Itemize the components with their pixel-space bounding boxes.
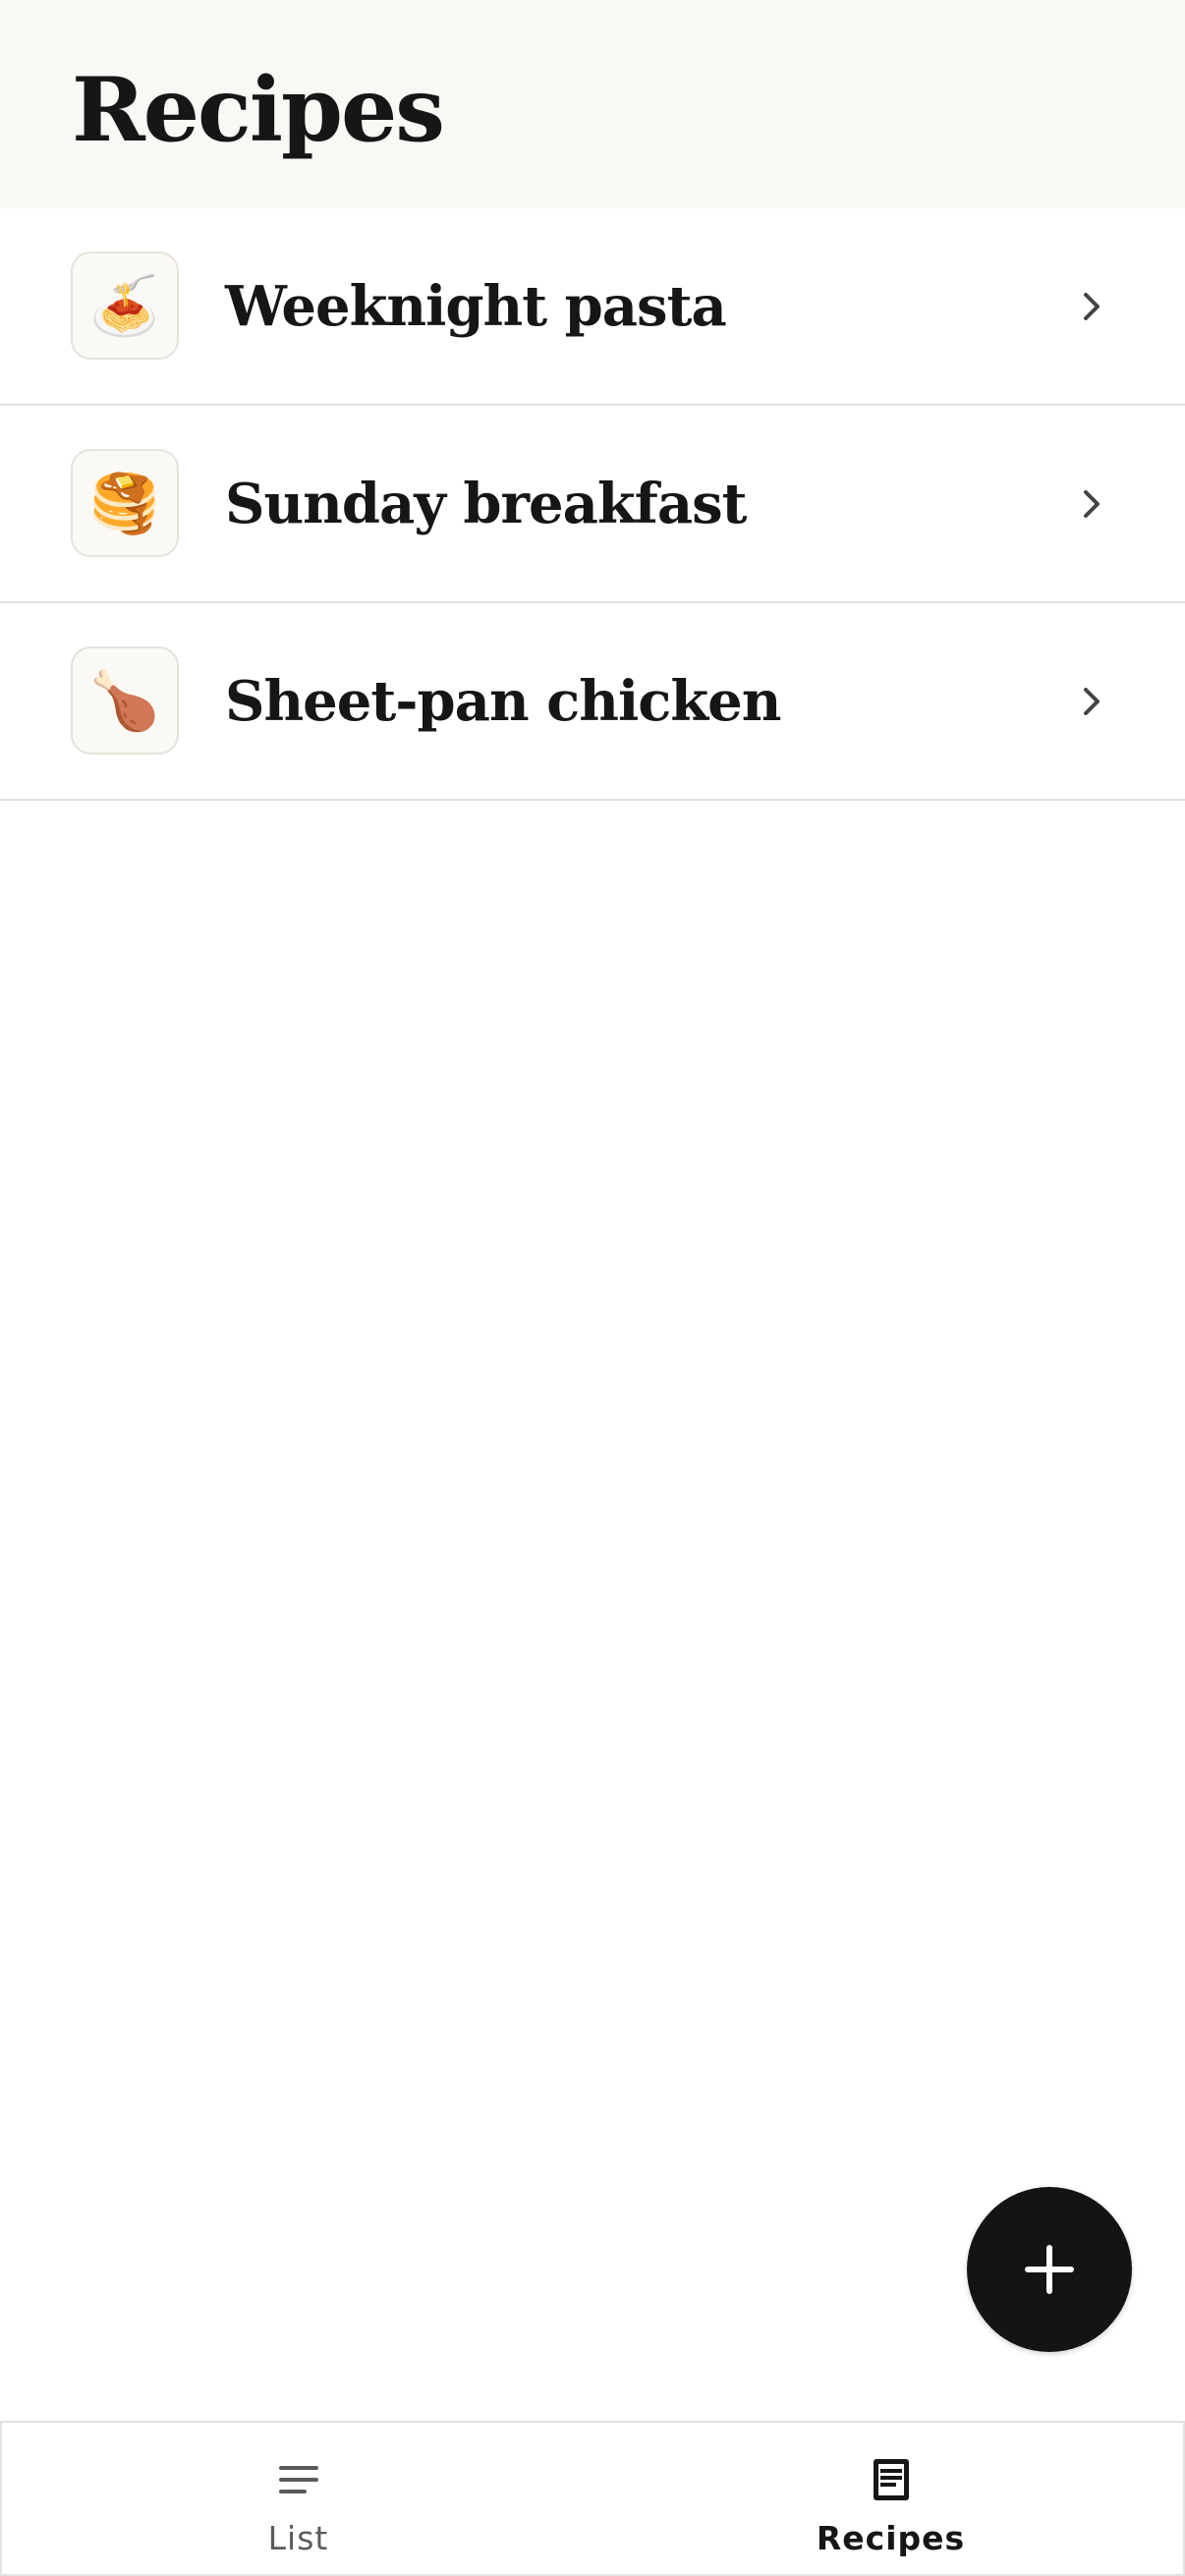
pancakes-icon: 🥞 — [71, 449, 179, 557]
recipe-row-sheet-pan-chicken[interactable]: 🍗 Sheet-pan chicken — [0, 603, 1185, 801]
poultry-leg-icon: 🍗 — [71, 646, 179, 755]
tab-recipes[interactable]: Recipes — [594, 2423, 1185, 2576]
recipe-name: Sunday breakfast — [225, 472, 747, 536]
tab-list-label: List — [267, 2519, 329, 2557]
chevron-right-icon — [1084, 293, 1100, 320]
bottom-navigation: List Recipes — [0, 2421, 1185, 2576]
tab-recipes-label: Recipes — [816, 2519, 966, 2557]
document-icon — [873, 2459, 909, 2500]
tab-list[interactable]: List — [2, 2423, 594, 2576]
chevron-right-icon — [1084, 490, 1100, 518]
recipe-row-sunday-breakfast[interactable]: 🥞 Sunday breakfast — [0, 406, 1185, 603]
page-title: Recipes — [72, 58, 445, 162]
header-bar: Recipes — [0, 0, 1185, 208]
hamburger-list-icon — [278, 2466, 318, 2493]
recipe-name: Sheet-pan chicken — [225, 669, 782, 734]
recipe-list: 🍝 Weeknight pasta 🥞 Sunday breakfast 🍗 S… — [0, 208, 1185, 801]
recipe-row-weeknight-pasta[interactable]: 🍝 Weeknight pasta — [0, 208, 1185, 406]
spaghetti-icon: 🍝 — [71, 252, 179, 360]
plus-icon — [1025, 2245, 1074, 2294]
chevron-right-icon — [1084, 688, 1100, 715]
recipe-name: Weeknight pasta — [225, 274, 727, 339]
add-recipe-button[interactable] — [967, 2187, 1132, 2352]
